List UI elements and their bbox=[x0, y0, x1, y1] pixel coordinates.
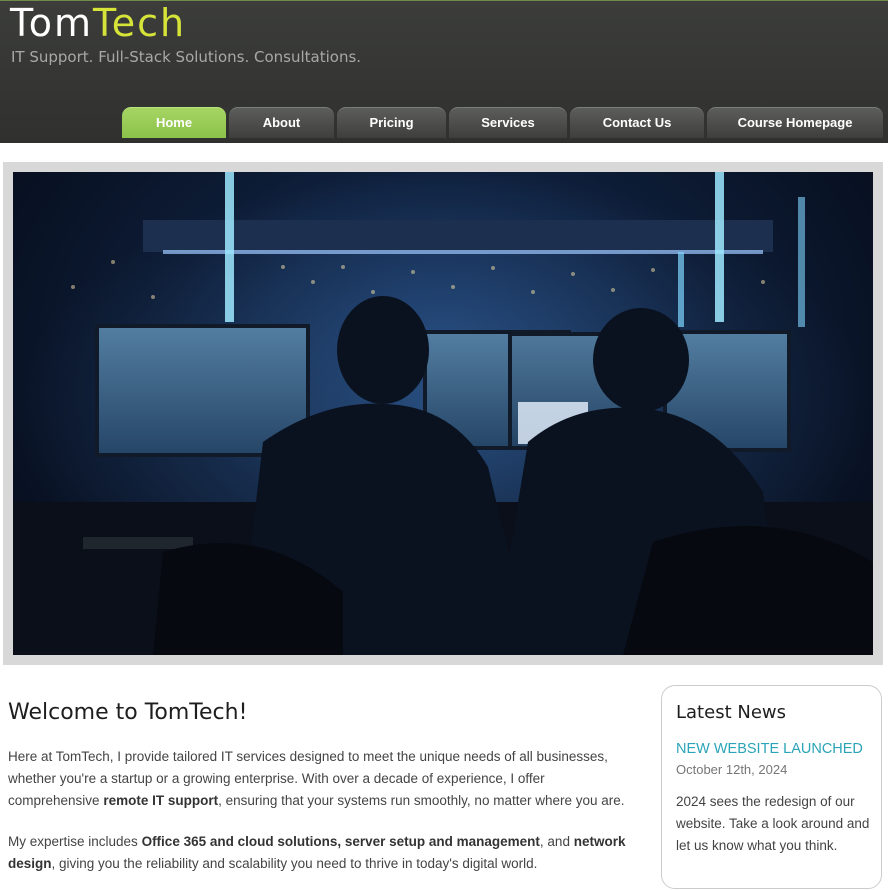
site-tagline: IT Support. Full-Stack Solutions. Consul… bbox=[11, 48, 362, 66]
news-item-body: 2024 sees the redesign of our website. T… bbox=[676, 794, 870, 853]
intro-text-2: , ensuring that your systems run smoothl… bbox=[218, 793, 625, 808]
nav-tab-pricing[interactable]: Pricing bbox=[337, 107, 446, 138]
nav-tab-home[interactable]: Home bbox=[122, 107, 226, 138]
logo-text-main: Tom bbox=[10, 1, 94, 45]
intro-bold-remote-it: remote IT support bbox=[103, 793, 219, 808]
hero-image bbox=[13, 172, 873, 655]
latest-news-box: Latest News NEW WEBSITE LAUNCHED October… bbox=[661, 685, 882, 889]
expertise-text-2: , and bbox=[539, 834, 574, 849]
logo-text-accent: Tech bbox=[93, 1, 187, 45]
expertise-bold-services: Office 365 and cloud solutions, server s… bbox=[141, 834, 540, 849]
news-item-title[interactable]: NEW WEBSITE LAUNCHED bbox=[676, 741, 863, 757]
expertise-text-1: My expertise includes bbox=[8, 834, 142, 849]
intro-paragraph: Here at TomTech, I provide tailored IT s… bbox=[8, 746, 628, 812]
expertise-paragraph: My expertise includes Office 365 and clo… bbox=[8, 831, 628, 875]
main-nav: Home About Pricing Services Contact Us C… bbox=[122, 107, 886, 138]
nav-tab-services[interactable]: Services bbox=[449, 107, 567, 138]
nav-tab-about[interactable]: About bbox=[229, 107, 334, 138]
expertise-text-3: , giving you the reliability and scalabi… bbox=[51, 856, 538, 871]
nav-tab-contact[interactable]: Contact Us bbox=[570, 107, 704, 138]
nav-tab-course-homepage[interactable]: Course Homepage bbox=[707, 107, 883, 138]
news-item-date: October 12th, 2024 bbox=[676, 762, 788, 777]
site-header: TomTech IT Support. Full-Stack Solutions… bbox=[0, 0, 888, 143]
news-heading: Latest News bbox=[676, 702, 786, 723]
site-logo[interactable]: TomTech bbox=[10, 1, 186, 45]
page-title: Welcome to TomTech! bbox=[8, 700, 248, 725]
server-room-illustration bbox=[13, 172, 873, 655]
hero-frame bbox=[3, 162, 883, 665]
